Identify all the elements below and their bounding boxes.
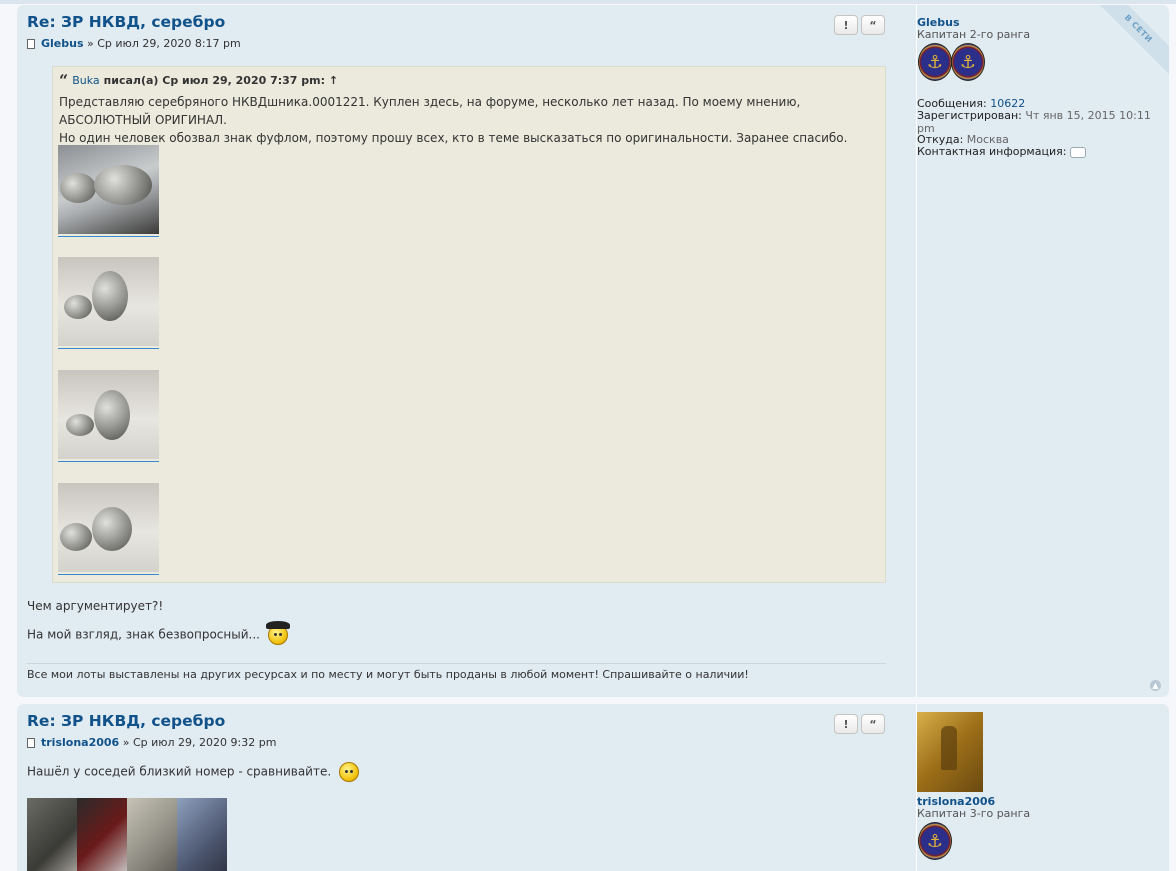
online-badge: В СЕТИ xyxy=(1092,5,1169,75)
document-icon[interactable] xyxy=(27,737,35,748)
post: Re: ЗР НКВД, серебро trislona2006 » Ср и… xyxy=(17,704,1169,871)
attachment-image[interactable] xyxy=(27,798,227,871)
badge-photo xyxy=(27,798,77,871)
quote-line: Представляю серебряного НКВДшника.000122… xyxy=(59,95,801,127)
badge-photo xyxy=(177,798,227,871)
quote-wrote[interactable]: писал(а) Ср июл 29, 2020 7:37 pm: ↑ xyxy=(104,74,338,87)
badge-photo xyxy=(77,798,127,871)
quote-header: “ Buka писал(а) Ср июл 29, 2020 7:37 pm:… xyxy=(59,70,338,90)
report-button[interactable]: ! xyxy=(834,714,858,734)
post-date: Ср июл 29, 2020 9:32 pm xyxy=(132,736,277,749)
profile-registered: Зарегистрирован: Чт янв 15, 2015 10:11 p… xyxy=(917,109,1151,135)
post-meta: trislona2006 » Ср июл 29, 2020 9:32 pm xyxy=(27,736,276,749)
quote-button[interactable]: “ xyxy=(861,15,885,35)
avatar[interactable] xyxy=(917,712,983,792)
blockquote: “ Buka писал(а) Ср июл 29, 2020 7:37 pm:… xyxy=(52,66,886,583)
quote-line: Но один человек обозвал знак фуфлом, поэ… xyxy=(59,131,848,145)
post-text: Нашёл у соседей близкий номер - сравнива… xyxy=(27,762,360,782)
badge-photo xyxy=(127,798,177,871)
quote-text: Представляю серебряного НКВДшника.000122… xyxy=(59,93,879,147)
signature: Все мои лоты выставлены на других ресурс… xyxy=(27,668,749,681)
post-buttons: ! “ xyxy=(834,15,885,35)
post-text: На мой взгляд, знак безвопросный... xyxy=(27,621,290,645)
contact-icon[interactable] xyxy=(1070,146,1087,158)
anchor-icon: ⚓ xyxy=(951,43,985,81)
post-author[interactable]: Glebus xyxy=(41,37,84,50)
post-profile: trislona2006 Капитан 3-го ранга ⚓ xyxy=(916,704,1169,871)
post-text: Чем аргументирует?! xyxy=(27,599,164,613)
profile-rank: Капитан 2-го ранга xyxy=(917,28,1031,41)
post-text-line: На мой взгляд, знак безвопросный... xyxy=(27,627,260,642)
top-strip xyxy=(0,0,1176,4)
smiley-icon xyxy=(265,621,290,645)
post-title[interactable]: Re: ЗР НКВД, серебро xyxy=(27,13,225,31)
post: Re: ЗР НКВД, серебро Glebus » Ср июл 29,… xyxy=(17,5,1169,697)
report-button[interactable]: ! xyxy=(834,15,858,35)
attachment-thumbnail[interactable] xyxy=(58,145,159,237)
post-meta: Glebus » Ср июл 29, 2020 8:17 pm xyxy=(27,37,241,50)
quote-author[interactable]: Buka xyxy=(72,74,99,87)
anchor-icon: ⚓ xyxy=(918,822,952,860)
profile-contact: Контактная информация: xyxy=(917,145,1087,158)
post-buttons: ! “ xyxy=(834,714,885,734)
profile-rank: Капитан 3-го ранга xyxy=(917,807,1031,820)
smiley-icon xyxy=(339,762,360,782)
document-icon[interactable] xyxy=(27,38,35,49)
quote-icon: “ xyxy=(59,70,69,90)
back-to-top-icon[interactable]: ▲ xyxy=(1150,680,1161,691)
post-date: Ср июл 29, 2020 8:17 pm xyxy=(97,37,241,50)
post-title[interactable]: Re: ЗР НКВД, серебро xyxy=(27,712,225,730)
post-author[interactable]: trislona2006 xyxy=(41,736,119,749)
attachment-thumbnail[interactable] xyxy=(58,257,159,349)
meta-separator: » xyxy=(83,37,98,50)
attachment-thumbnail[interactable] xyxy=(58,483,159,575)
post-profile: В СЕТИ Glebus Капитан 2-го ранга ⚓ ⚓ Соо… xyxy=(916,5,1169,697)
signature-divider xyxy=(27,663,886,664)
meta-separator: » xyxy=(119,736,133,749)
quote-button[interactable]: “ xyxy=(861,714,885,734)
post-text-line: Нашёл у соседей близкий номер - сравнива… xyxy=(27,764,332,779)
attachment-thumbnail[interactable] xyxy=(58,370,159,462)
anchor-icon: ⚓ xyxy=(918,43,952,81)
